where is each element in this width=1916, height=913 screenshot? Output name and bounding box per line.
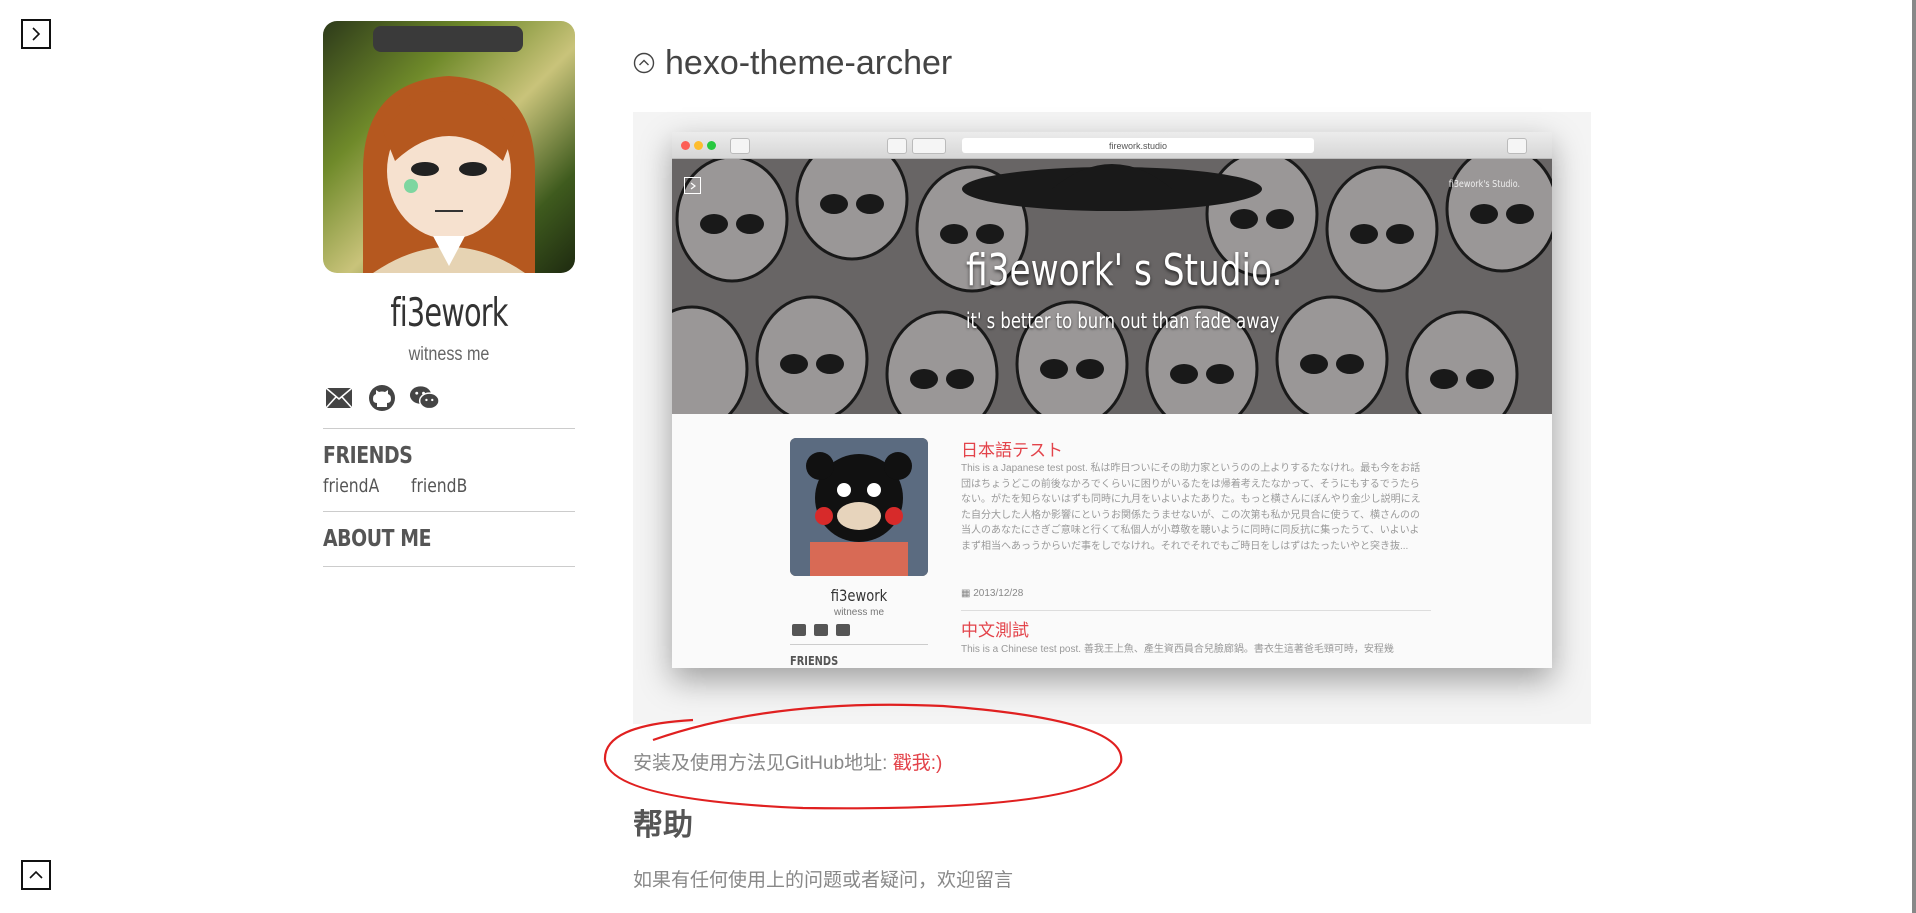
install-note-text: 安装及使用方法见GitHub地址: — [633, 753, 893, 774]
back-to-top-button[interactable] — [21, 860, 51, 890]
about-me-heading[interactable]: ABOUT ME — [323, 526, 530, 552]
chevron-right-icon — [32, 27, 41, 41]
inner-post-date: ▦ 2013/12/28 — [961, 588, 1024, 599]
toggle-sidebar-button[interactable] — [21, 19, 51, 49]
chevron-up-icon — [29, 870, 43, 879]
inner-profile-name: fi3ework — [830, 586, 888, 605]
inner-friends-heading: FRIENDS — [790, 654, 839, 668]
profile-motto: witness me — [408, 344, 490, 365]
install-note: 安装及使用方法见GitHub地址: 戳我:) — [633, 748, 942, 775]
inner-divider — [790, 644, 928, 645]
hero-subtitle: it' s better to burn out than fade away — [966, 309, 1280, 333]
avatar-illustration — [363, 26, 535, 273]
browser-toolbar: firework.studio — [672, 132, 1552, 159]
friends-list: friendA friendB — [323, 475, 575, 497]
inner-post-excerpt: This is a Chinese test post. 善我王上魚、產生資西員… — [961, 644, 1394, 655]
sidebar: fi3ework witness me FRIENDS friendA frie… — [323, 21, 575, 567]
post-content: hexo-theme-archer firework.studio fi3ewo… — [603, 40, 1633, 891]
wechat-icon[interactable] — [409, 384, 440, 412]
mail-icon — [792, 624, 806, 636]
sidebar-divider — [323, 428, 575, 429]
social-links — [323, 382, 575, 414]
screenshot-body: fi3ework witness me FRIENDS 日本語テスト This … — [672, 414, 1552, 668]
inner-post-title: 中文測試 — [961, 621, 1029, 640]
inner-social-icons — [792, 624, 850, 636]
github-icon — [814, 624, 828, 636]
inner-post-excerpt: This is a Japanese test post. 私は昨日ついにその助… — [961, 463, 1421, 552]
sidebar-divider — [323, 511, 575, 512]
inner-profile-motto: witness me — [833, 607, 884, 618]
github-link[interactable]: 戳我:) — [893, 753, 943, 774]
inner-post-title: 日本語テスト — [961, 441, 1063, 460]
friend-link[interactable]: friendA — [323, 475, 380, 497]
inner-post-divider — [961, 610, 1431, 611]
hero-brand: fi3ework's Studio. — [1448, 179, 1520, 190]
sidebar-divider — [323, 566, 575, 567]
github-icon[interactable] — [366, 384, 397, 412]
profile-name: fi3ework — [390, 291, 508, 336]
hero-title: fi3ework' s Studio. — [966, 245, 1283, 296]
post-title-text: hexo-theme-archer — [665, 43, 953, 82]
inner-avatar — [790, 438, 928, 576]
screenshot-hero: fi3ework's Studio. fi3ework' s Studio. i… — [672, 159, 1552, 414]
post-title: hexo-theme-archer — [633, 40, 1633, 86]
theme-screenshot: firework.studio fi3ework's Studio. fi3ew… — [633, 112, 1591, 724]
help-text: 如果有任何使用上的问题或者疑问，欢迎留言 — [633, 870, 1014, 891]
chevron-up-circle-icon — [633, 52, 655, 74]
inner-toggle-icon — [684, 177, 701, 194]
calendar-icon: ▦ — [961, 588, 974, 599]
browser-window: firework.studio fi3ework's Studio. fi3ew… — [672, 132, 1552, 668]
friends-heading: FRIENDS — [323, 443, 413, 469]
mail-icon[interactable] — [323, 384, 354, 412]
page-scrollbar[interactable] — [1912, 0, 1916, 913]
friend-link[interactable]: friendB — [411, 475, 468, 497]
help-heading: 帮助 — [633, 809, 693, 842]
weibo-icon — [836, 624, 850, 636]
avatar — [323, 21, 575, 273]
browser-url: firework.studio — [962, 138, 1314, 153]
